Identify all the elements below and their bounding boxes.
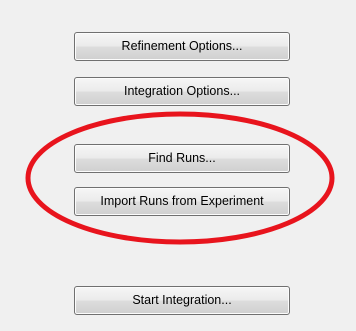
find-runs-button[interactable]: Find Runs... [74,144,290,173]
integration-options-button[interactable]: Integration Options... [74,77,290,106]
start-integration-button[interactable]: Start Integration... [74,286,290,315]
import-runs-button[interactable]: Import Runs from Experiment [74,187,290,216]
highlight-ellipse-stroke [25,111,335,245]
refinement-options-button[interactable]: Refinement Options... [74,32,290,61]
options-panel: Refinement Options... Integration Option… [0,0,356,331]
